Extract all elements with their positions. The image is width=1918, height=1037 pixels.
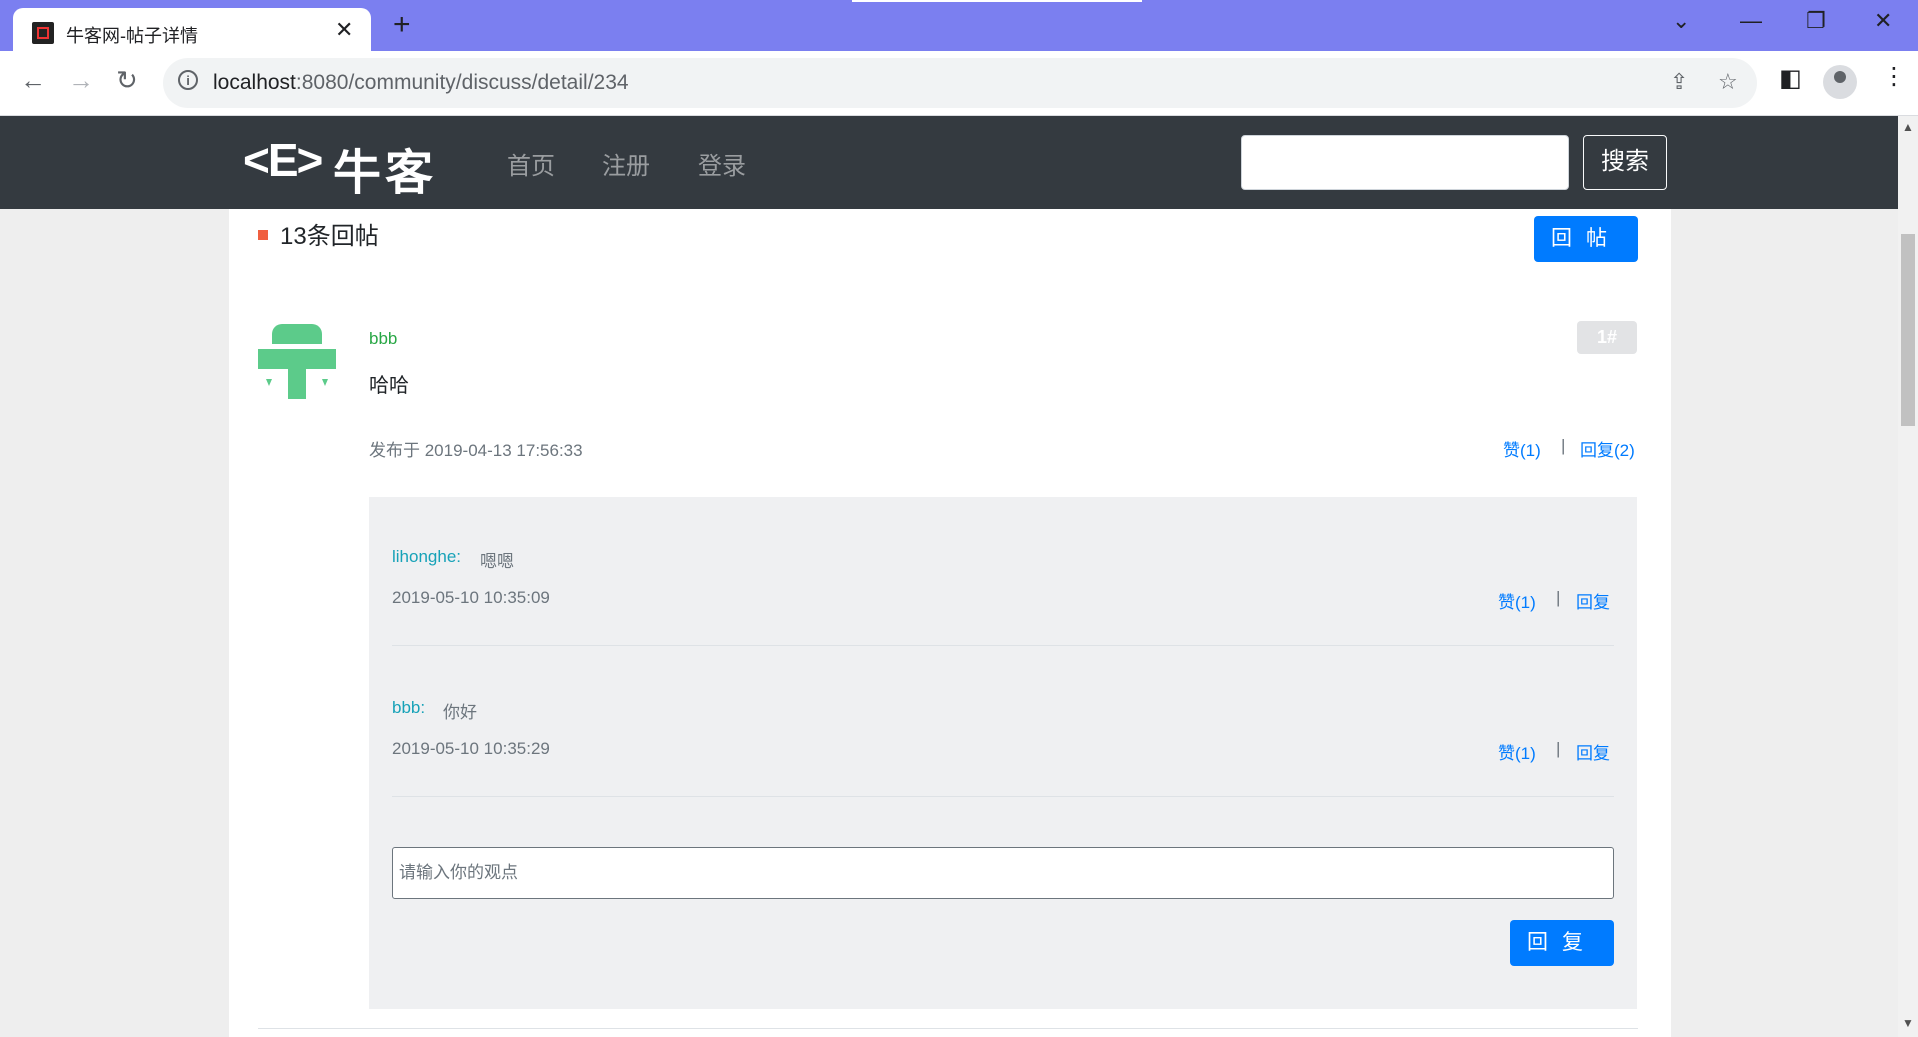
new-tab-icon[interactable]: + (393, 8, 411, 42)
comment-like-link[interactable]: 赞(1) (1498, 588, 1536, 613)
link-separator: | (1556, 739, 1561, 758)
reply-divider (258, 1028, 1638, 1029)
tab-close-icon[interactable]: ✕ (335, 17, 353, 43)
profile-icon[interactable] (1823, 65, 1857, 99)
site-favicon-icon (32, 22, 54, 44)
comment-reply-link[interactable]: 回复 (1576, 739, 1610, 764)
tab-search-icon[interactable]: ⌄ (1672, 8, 1690, 34)
comment-time: 2019-05-10 10:35:29 (392, 739, 550, 758)
restore-icon[interactable]: ❐ (1806, 8, 1826, 34)
tab-title: 牛客网-帖子详情 (66, 26, 198, 46)
scroll-up-icon[interactable]: ▲ (1902, 120, 1914, 134)
reply-like-link[interactable]: 赞(1) (1503, 436, 1541, 461)
comment-divider (392, 645, 1614, 646)
back-icon[interactable]: ← (20, 65, 46, 96)
reply-content: 哈哈 (369, 375, 409, 397)
logo-text: 牛客 (333, 147, 438, 200)
star-icon[interactable]: ☆ (1718, 69, 1738, 95)
comment-like-link[interactable]: 赞(1) (1498, 739, 1536, 764)
user-avatar[interactable] (258, 321, 336, 399)
comment-divider (392, 796, 1614, 797)
nav-home[interactable]: 首页 (507, 146, 555, 181)
share-icon[interactable]: ⇪ (1670, 69, 1688, 95)
comment-time: 2019-05-10 10:35:09 (392, 588, 550, 607)
window-close-icon[interactable]: ✕ (1874, 8, 1892, 34)
reply-reply-link[interactable]: 回复(2) (1580, 436, 1635, 461)
search-input[interactable] (1241, 135, 1569, 190)
section-marker-icon (258, 229, 268, 240)
comment-input[interactable]: 请输入你的观点 (392, 847, 1614, 899)
minimize-icon[interactable]: — (1740, 8, 1762, 34)
reply-timestamp: 发布于 2019-04-13 17:56:33 (369, 441, 583, 460)
replies-count-title: 13条回帖 (258, 216, 379, 251)
tabbar-strip (852, 0, 1142, 2)
url-text[interactable]: localhost:8080/community/discuss/detail/… (213, 71, 629, 95)
comment-text: 你好 (443, 703, 477, 722)
link-separator: | (1561, 436, 1566, 455)
browser-tabbar: 牛客网-帖子详情 ✕ + ⌄ — ❐ ✕ (0, 0, 1918, 51)
forward-icon[interactable]: → (68, 65, 94, 96)
comment-submit-button[interactable]: 回复 (1510, 920, 1614, 966)
comment-thread: lihonghe: 嗯嗯 2019-05-10 10:35:09 赞(1) | … (369, 497, 1637, 1009)
replies-panel: 13条回帖 回帖 bbb 1# 哈哈 发布于 2019-04-13 17:56:… (229, 209, 1671, 1037)
url-omnibox[interactable]: i localhost:8080/community/discuss/detai… (163, 58, 1757, 108)
comment-user[interactable]: bbb: (392, 698, 425, 718)
search-button[interactable]: 搜索 (1583, 135, 1667, 190)
reload-icon[interactable]: ↻ (116, 65, 138, 96)
scrollbar-thumb[interactable] (1901, 234, 1915, 426)
comment-reply-link[interactable]: 回复 (1576, 588, 1610, 613)
nav-register[interactable]: 注册 (602, 146, 650, 181)
menu-icon[interactable]: ⋮ (1882, 62, 1906, 91)
browser-tab[interactable]: 牛客网-帖子详情 ✕ (13, 8, 371, 51)
floor-badge: 1# (1577, 321, 1637, 354)
scroll-down-icon[interactable]: ▼ (1902, 1016, 1914, 1030)
address-bar-row: ← → ↻ i localhost:8080/community/discuss… (0, 51, 1918, 116)
comment-text: 嗯嗯 (480, 552, 514, 571)
sidepanel-icon[interactable]: ◧ (1779, 64, 1802, 93)
site-header: <E> 牛客 首页 注册 登录 搜索 (0, 116, 1898, 209)
nav-login[interactable]: 登录 (698, 146, 746, 181)
reply-post-button[interactable]: 回帖 (1534, 216, 1638, 262)
reply-username[interactable]: bbb (369, 329, 397, 349)
page-scrollbar[interactable]: ▲ ▼ (1898, 116, 1918, 1037)
comment-user[interactable]: lihonghe: (392, 547, 461, 567)
link-separator: | (1556, 588, 1561, 607)
info-icon[interactable]: i (178, 70, 198, 90)
logo-mark: <E> (243, 134, 323, 186)
